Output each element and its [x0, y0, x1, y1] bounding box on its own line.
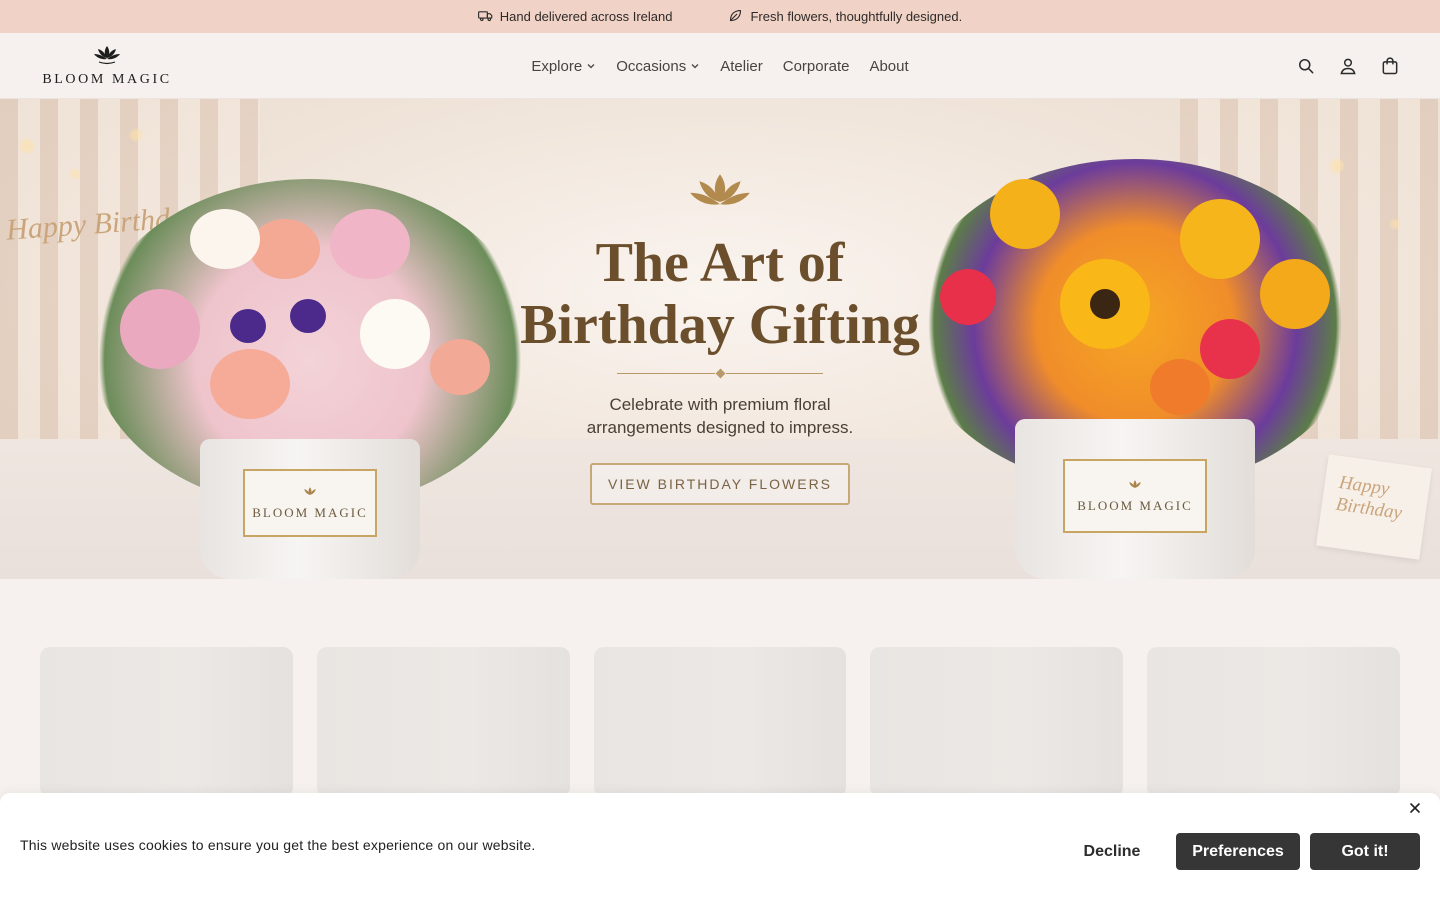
hero-banner[interactable]: Happy Birthday BLOOM MAGIC BLOOM MAGIC H… [0, 99, 1440, 579]
cookie-decline-button[interactable]: Decline [1062, 833, 1162, 870]
peach-rose [210, 349, 290, 419]
nav-corporate[interactable]: Corporate [783, 58, 850, 75]
bokeh-light [1330, 159, 1344, 173]
collection-card-placeholder[interactable] [870, 647, 1124, 797]
cookie-accept-button[interactable]: Got it! [1310, 833, 1420, 870]
cookie-message: This website uses cookies to ensure you … [20, 837, 536, 853]
bokeh-light [20, 139, 34, 153]
purple-lisianthus [230, 309, 266, 343]
chevron-down-icon [586, 58, 596, 75]
peach-rose [250, 219, 320, 279]
lotus-icon [1125, 479, 1145, 498]
chevron-down-icon [690, 58, 700, 75]
cookie-preferences-button[interactable]: Preferences [1176, 833, 1300, 870]
lotus-logo-icon [93, 44, 121, 71]
hero-content: The Art of Birthday Gifting Celebrate wi… [520, 169, 920, 505]
greeting-card-right: Happy Birthday [1316, 454, 1432, 560]
flower-box-left: BLOOM MAGIC [200, 439, 420, 579]
orange-rose [1150, 359, 1210, 415]
pink-hydrangea [330, 209, 410, 279]
nav-atelier[interactable]: Atelier [720, 58, 763, 75]
flower-box-right: BLOOM MAGIC [1015, 419, 1255, 579]
hero-subtitle: Celebrate with premium floral arrangemen… [586, 395, 854, 437]
close-icon[interactable] [1408, 801, 1422, 815]
announcement-delivery: Hand delivered across Ireland [477, 8, 673, 26]
bokeh-light [1390, 219, 1400, 229]
header-actions [1296, 56, 1400, 76]
box-label-left: BLOOM MAGIC [252, 504, 368, 520]
collection-card-placeholder[interactable] [40, 647, 293, 797]
sign-right-text: Happy Birthday [1334, 472, 1404, 524]
announcement-fresh: Fresh flowers, thoughtfully designed. [728, 8, 962, 26]
hero-title: The Art of Birthday Gifting [520, 232, 920, 356]
logo-text: BLOOM MAGIC [42, 71, 172, 87]
logo[interactable]: BLOOM MAGIC [40, 44, 174, 88]
purple-lisianthus [290, 299, 326, 333]
nav-about-label: About [869, 57, 909, 75]
white-carnation [360, 299, 430, 369]
sunflower [1260, 259, 1330, 329]
nav-explore-label: Explore [531, 57, 583, 75]
nav-explore[interactable]: Explore [531, 58, 596, 75]
pink-hydrangea [120, 289, 200, 369]
leaf-icon [728, 8, 743, 26]
box-plaque-left: BLOOM MAGIC [243, 469, 377, 537]
nav-atelier-label: Atelier [720, 57, 763, 75]
nav-corporate-label: Corporate [782, 57, 850, 75]
peach-rose [430, 339, 490, 395]
red-carnation [940, 269, 996, 325]
announcement-bar: Hand delivered across Ireland Fresh flow… [0, 0, 1440, 33]
nav-occasions-label: Occasions [616, 57, 687, 75]
bokeh-light [130, 129, 142, 141]
sunflower-center [1090, 289, 1120, 319]
bokeh-light [70, 169, 80, 179]
collection-card-placeholder[interactable] [593, 647, 847, 797]
cart-icon[interactable] [1380, 56, 1400, 76]
announcement-fresh-text: Fresh flowers, thoughtfully designed. [750, 9, 963, 24]
announcement-delivery-text: Hand delivered across Ireland [499, 9, 673, 24]
collection-card-placeholder[interactable] [1147, 647, 1400, 797]
lotus-icon [688, 169, 752, 226]
hero-title-line1: The Art of [595, 232, 845, 294]
box-plaque-right: BLOOM MAGIC [1063, 459, 1207, 533]
sunflower [990, 179, 1060, 249]
gold-divider [617, 368, 823, 379]
hero-title-line2: Birthday Gifting [520, 294, 920, 356]
box-label-right: BLOOM MAGIC [1077, 497, 1193, 513]
sunflower [1180, 199, 1260, 279]
collection-cards [40, 647, 1400, 797]
search-icon[interactable] [1296, 56, 1316, 76]
view-birthday-flowers-button[interactable]: VIEW BIRTHDAY FLOWERS [590, 463, 850, 505]
site-header: BLOOM MAGIC Explore Occasions Atelier Co… [0, 33, 1440, 99]
white-rose [190, 209, 260, 269]
main-nav: Explore Occasions Atelier Corporate Abou… [0, 33, 1440, 99]
account-icon[interactable] [1338, 56, 1358, 76]
truck-icon [477, 8, 493, 26]
nav-occasions[interactable]: Occasions [616, 58, 700, 75]
red-carnation [1200, 319, 1260, 379]
lotus-icon [300, 486, 320, 505]
nav-about[interactable]: About [869, 58, 908, 75]
collection-card-placeholder[interactable] [316, 647, 570, 797]
